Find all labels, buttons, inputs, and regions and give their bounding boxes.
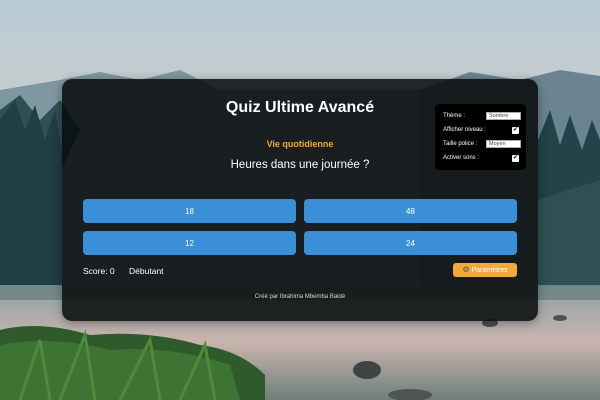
quiz-card: Quiz Ultime Avancé Thème : Sombre Affich…: [62, 79, 538, 321]
theme-select[interactable]: Sombre: [486, 112, 521, 120]
answer-button-2[interactable]: 48: [304, 199, 517, 223]
params-button-label: Paramètres: [471, 266, 508, 274]
status-row: Score: 0 Débutant: [83, 266, 176, 276]
answer-button-4[interactable]: 24: [304, 231, 517, 255]
params-button[interactable]: ⚙ Paramètres: [453, 263, 517, 277]
theme-label: Thème :: [443, 113, 466, 119]
show-level-checkbox[interactable]: ✔: [512, 126, 519, 134]
footer-credit: Créé par Ibrahima Mbemba Baldé: [254, 294, 346, 300]
answer-button-3[interactable]: 12: [83, 231, 296, 255]
level-text: Débutant: [129, 266, 164, 276]
show-level-row: Afficher niveau : ✔: [443, 125, 521, 135]
question-text: Heures dans une journée ?: [230, 159, 370, 171]
gear-icon: ⚙: [462, 265, 470, 274]
answer-button-1[interactable]: 18: [83, 199, 296, 223]
score-text: Score: 0: [83, 266, 115, 276]
question-category: Vie quotidienne: [266, 139, 334, 149]
theme-row: Thème : Sombre: [443, 111, 521, 121]
show-level-label: Afficher niveau :: [443, 127, 486, 133]
